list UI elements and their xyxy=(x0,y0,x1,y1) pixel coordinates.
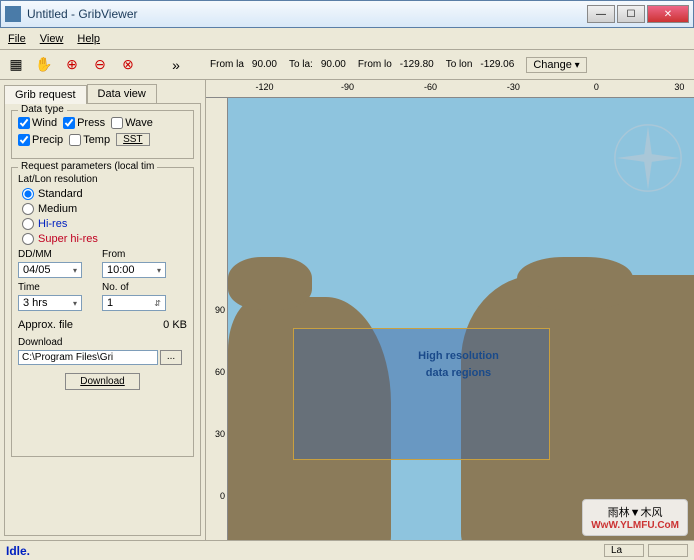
change-button[interactable]: Change ▾ xyxy=(526,57,586,73)
select-rect-icon[interactable]: ▦ xyxy=(6,55,26,75)
overflow-icon[interactable]: » xyxy=(166,55,186,75)
from-time-select[interactable]: 10:00▾ xyxy=(102,262,166,278)
approx-value: 0 KB xyxy=(163,319,187,331)
from-la-label: From la xyxy=(210,59,244,70)
app-icon xyxy=(5,6,21,22)
minimize-button[interactable]: — xyxy=(587,5,615,23)
menu-file[interactable]: File xyxy=(8,33,26,45)
watermark-site: WwW.YLMFU.CoM xyxy=(591,520,679,531)
compass-rose-icon xyxy=(612,122,684,194)
to-la-value: 90.00 xyxy=(321,59,346,70)
download-label: Download xyxy=(18,337,187,348)
from-time-label: From xyxy=(102,249,166,260)
main-area: Grib request Data view Data type Wind Pr… xyxy=(0,80,694,540)
radio-medium[interactable]: Medium xyxy=(22,203,187,215)
watermark: 雨林▼木风 WwW.YLMFU.CoM xyxy=(582,499,688,536)
datatype-group: Data type Wind Press Wave Precip Temp SS… xyxy=(11,110,194,159)
precip-checkbox[interactable]: Precip xyxy=(18,133,63,146)
sidebar-tabs: Grib request Data view xyxy=(4,84,201,103)
resolution-label: Lat/Lon resolution xyxy=(18,174,187,185)
wave-checkbox[interactable]: Wave xyxy=(111,117,153,129)
toolbar: ▦ ✋ ⊕ ⊖ ⊗ » From la 90.00 To la: 90.00 F… xyxy=(0,50,694,80)
menubar: File View Help xyxy=(0,28,694,50)
menu-help[interactable]: Help xyxy=(77,33,100,45)
from-lo-value: -129.80 xyxy=(400,59,434,70)
selection-label: High resolutiondata regions xyxy=(358,346,558,380)
time-label: Time xyxy=(18,282,82,293)
to-lo-value: -129.06 xyxy=(480,59,514,70)
zoom-reset-icon[interactable]: ⊗ xyxy=(118,55,138,75)
lon-ruler: -120 -90 -60 -30 0 30 xyxy=(206,80,694,98)
tab-grib-request[interactable]: Grib request xyxy=(4,85,87,104)
from-la-value: 90.00 xyxy=(252,59,277,70)
window-title: Untitled - GribViewer xyxy=(27,7,587,21)
status-empty-cell xyxy=(648,544,688,557)
titlebar: Untitled - GribViewer — ☐ ✕ xyxy=(0,0,694,28)
lat-ruler: 90 60 30 0 xyxy=(206,98,228,540)
zoom-out-icon[interactable]: ⊖ xyxy=(90,55,110,75)
approx-label: Approx. file xyxy=(18,319,73,331)
statusbar: Idle. La xyxy=(0,540,694,560)
radio-superhires[interactable]: Super hi-res xyxy=(22,233,187,245)
browse-button[interactable]: ... xyxy=(160,350,182,365)
download-button[interactable]: Download xyxy=(65,373,139,390)
radio-standard[interactable]: Standard xyxy=(22,188,187,200)
temp-checkbox[interactable]: Temp xyxy=(69,133,110,146)
noof-label: No. of xyxy=(102,282,166,293)
from-lo-label: From lo xyxy=(358,59,392,70)
window-buttons: — ☐ ✕ xyxy=(587,5,689,23)
radio-hires[interactable]: Hi-res xyxy=(22,218,187,230)
to-lo-label: To lon xyxy=(446,59,473,70)
map-view[interactable]: -120 -90 -60 -30 0 30 90 60 30 0 High re… xyxy=(206,80,694,540)
wind-checkbox[interactable]: Wind xyxy=(18,117,57,129)
noof-spinner[interactable]: 1⇵ xyxy=(102,295,166,311)
download-path-field[interactable]: C:\Program Files\Gri xyxy=(18,350,158,365)
pan-hand-icon[interactable]: ✋ xyxy=(34,55,54,75)
datatype-title: Data type xyxy=(18,104,67,115)
sidebar: Grib request Data view Data type Wind Pr… xyxy=(0,80,206,540)
sst-button[interactable]: SST xyxy=(116,133,149,146)
press-checkbox[interactable]: Press xyxy=(63,117,105,129)
menu-view[interactable]: View xyxy=(40,33,64,45)
time-select[interactable]: 3 hrs▾ xyxy=(18,295,82,311)
maximize-button[interactable]: ☐ xyxy=(617,5,645,23)
status-la-cell: La xyxy=(604,544,644,557)
ddmm-label: DD/MM xyxy=(18,249,82,260)
status-text: Idle. xyxy=(6,544,30,558)
to-la-label: To la: xyxy=(289,59,313,70)
grib-request-panel: Data type Wind Press Wave Precip Temp SS… xyxy=(4,103,201,536)
close-button[interactable]: ✕ xyxy=(647,5,689,23)
map-canvas[interactable]: High resolutiondata regions xyxy=(228,98,694,540)
request-title: Request parameters (local tim xyxy=(18,161,157,172)
ddmm-select[interactable]: 04/05▾ xyxy=(18,262,82,278)
tab-data-view[interactable]: Data view xyxy=(87,84,157,103)
watermark-name: 雨林▼木风 xyxy=(591,504,679,520)
zoom-in-icon[interactable]: ⊕ xyxy=(62,55,82,75)
request-group: Request parameters (local tim Lat/Lon re… xyxy=(11,167,194,457)
